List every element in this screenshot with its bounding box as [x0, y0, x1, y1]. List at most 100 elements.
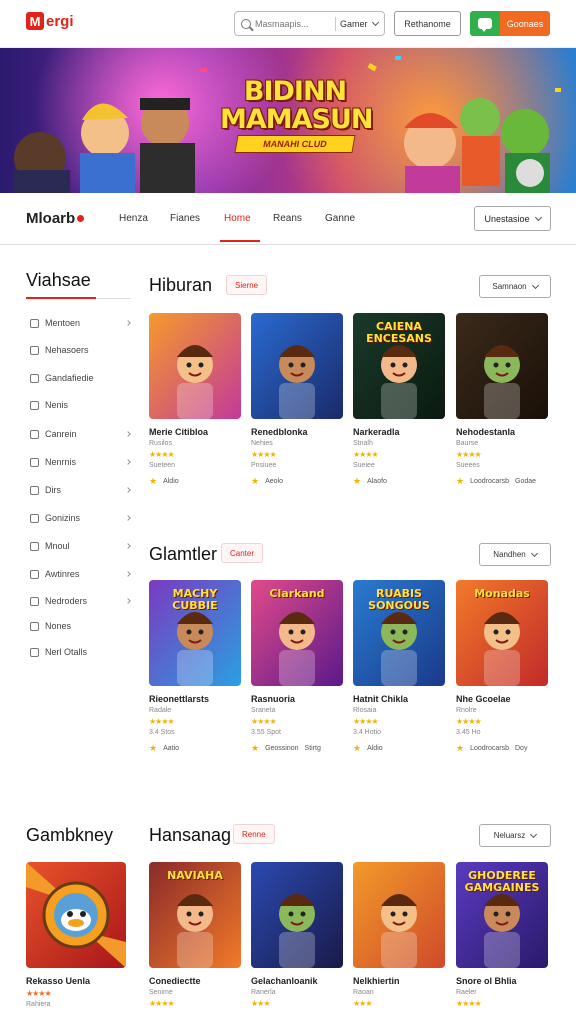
game-card-featured[interactable]: Rekasso Uenla ★★★★ Rahiera [26, 862, 126, 1008]
game-thumbnail: Clarkand [251, 580, 343, 686]
sidebar-item[interactable]: Mnoul [30, 539, 131, 553]
game-title: Gelachanloanik [251, 976, 318, 986]
secondary-brand-text: Mloarb [26, 210, 76, 227]
section-dropdown-1[interactable]: Samnaon [479, 275, 551, 298]
game-artwork [456, 313, 548, 419]
nav-link-home[interactable]: Home [224, 213, 251, 224]
game-footer-label: Geossinon [265, 745, 299, 752]
game-footer: ★ Aldio [353, 743, 448, 754]
chat-button[interactable] [470, 11, 500, 36]
game-title: Merie Citibloa [149, 427, 209, 437]
game-card[interactable]: MACHY CUBBIE Rieonettlarsts Radale ★★★★ 3.4 … [149, 580, 244, 754]
sidebar-item[interactable]: Nones [30, 619, 130, 633]
chevron-down-icon [530, 830, 538, 838]
secondary-brand[interactable]: Mloarb [26, 210, 85, 227]
game-card[interactable]: CAIENA ENCESANS Narkeradla Stnalh ★★★★ Sueie… [353, 313, 448, 487]
nav-link-1[interactable]: Henza [119, 213, 148, 224]
sidebar-item-label: Gonizins [45, 513, 81, 523]
chevron-right-icon [125, 515, 131, 521]
sidebar-item[interactable]: Gandafiedie [30, 371, 130, 385]
game-artwork [149, 313, 241, 419]
section-dropdown-label: Samnaon [492, 282, 527, 291]
game-title: Hatnit Chikla [353, 694, 409, 704]
banner-title-line2: MAMASUN [220, 104, 374, 135]
sidebar-item[interactable]: Nehasoers [30, 343, 130, 357]
game-footer-label: Aldio [367, 745, 383, 752]
sidebar-item[interactable]: Dirs [30, 483, 131, 497]
nav-dropdown-label: Unestasioe [484, 213, 530, 224]
star-rating: ★★★★ [456, 450, 482, 459]
game-thumbnail: MACHY CUBBIE [149, 580, 241, 686]
nav-dropdown[interactable]: Unestasioe [474, 206, 551, 231]
secondary-nav: Mloarb Henza Fianes Home Reans Ganne Une… [0, 193, 576, 245]
logo[interactable]: M ergi [26, 12, 74, 30]
search-category-label: Gamer [340, 18, 368, 29]
sidebar-item[interactable]: Nedroders [30, 594, 131, 608]
game-thumbnail-title: NAVIAHA [167, 869, 223, 882]
sidebar-item[interactable]: Nerl Otalls [30, 645, 130, 659]
sidebar-item-icon [30, 596, 39, 606]
brand-pin-icon [77, 215, 85, 222]
search-input[interactable] [255, 18, 331, 29]
chevron-right-icon [125, 543, 131, 549]
game-card[interactable]: Nehodestanla Baurse ★★★★ Sueees ★ Loodrocarsb… [456, 313, 551, 487]
nav-link-2[interactable]: Fianes [170, 213, 200, 224]
sidebar-item[interactable]: Awtinres [30, 567, 131, 581]
game-title: Snore ol Bhlia [456, 976, 517, 986]
sidebar-item-label: Gandafiedie [45, 373, 94, 383]
game-footer: ★ Geossinon Stirtg [251, 743, 346, 754]
game-card[interactable]: GHODEREE GAMGAINES Snore ol Bhlia Raeler ★★… [456, 862, 551, 1008]
section-badge-3[interactable]: Renne [233, 824, 275, 844]
chevron-down-icon [534, 213, 542, 221]
game-title: Renedblonka [251, 427, 308, 437]
sidebar-item[interactable]: Gonizins [30, 511, 131, 525]
game-stats: 3.55 Spot [251, 729, 281, 736]
game-card[interactable]: Renedblonka Nehies ★★★★ Pnsiuee ★ Aeolo [251, 313, 346, 487]
game-footer-label: Loodrocarsb [470, 478, 509, 485]
section-dropdown-2[interactable]: Nandhen [479, 543, 551, 566]
sidebar-item-icon [30, 513, 39, 523]
game-footer-label: Aeolo [265, 478, 283, 485]
game-footer-extra: Doy [515, 745, 528, 752]
sidebar-item[interactable]: Mentoen [30, 316, 131, 330]
primary-button[interactable]: Goonaes [500, 11, 550, 36]
section-badge-1[interactable]: Sierne [226, 275, 268, 295]
star-rating: ★★★★ [353, 450, 379, 459]
game-card[interactable]: NAVIAHA Conediectte Senime ★★★★ [149, 862, 244, 1008]
game-title: Nelkhiertin [353, 976, 400, 986]
star-icon: ★ [251, 476, 260, 486]
star-rating: ★★★★ [149, 999, 175, 1008]
active-tab-indicator [220, 240, 260, 242]
nav-link-5[interactable]: Ganne [325, 213, 355, 224]
secondary-button[interactable]: Rethanome [394, 11, 461, 36]
game-artwork [251, 313, 343, 419]
sidebar-item[interactable]: Canrein [30, 427, 131, 441]
section-badge-2[interactable]: Canter [221, 543, 264, 563]
chat-icon [478, 18, 492, 32]
game-card[interactable]: Merie Citibloa Rusilos ★★★★ Sueteen ★ Aldio [149, 313, 244, 487]
game-card[interactable]: Nelkhiertin Raoan ★★★ [353, 862, 448, 1008]
nav-link-4[interactable]: Reans [273, 213, 302, 224]
section-dropdown-label: Neluarsz [493, 831, 526, 840]
sidebar-item[interactable]: Nenis [30, 398, 130, 412]
star-icon: ★ [149, 743, 158, 753]
sidebar-item[interactable]: Nenrnis [30, 455, 131, 469]
game-card[interactable]: Monadas Nhe Gcoelae Rnolre ★★★★ 3.45 Ho ★ Lood… [456, 580, 551, 754]
search-box: Gamer [234, 11, 385, 36]
game-card[interactable]: RUABIS SONGOUS Hatnit Chikla Rlosaia ★★★★ 3.… [353, 580, 448, 754]
star-rating: ★★★★ [26, 989, 52, 998]
game-title: Conediectte [149, 976, 201, 986]
hero-banner[interactable]: BIDINN MAMASUN MANAHI CLUD [0, 48, 576, 193]
sidebar-item-label: Nedroders [45, 596, 88, 606]
game-title: Nehodestanla [456, 427, 516, 437]
sidebar-item-icon [30, 569, 39, 579]
sidebar-item-label: Mnoul [45, 541, 70, 551]
game-card[interactable]: Clarkand Rasnuoria Sraneta ★★★★ 3.55 Spot ★ Ge… [251, 580, 346, 754]
game-category: Senime [149, 989, 173, 996]
game-card[interactable]: Gelachanloanik Ranerla ★★★ [251, 862, 346, 1008]
chevron-right-icon [125, 431, 131, 437]
search-category-button[interactable]: Gamer [340, 18, 379, 29]
game-category: Stnalh [353, 440, 373, 447]
sidebar-item-icon [30, 485, 39, 495]
section-dropdown-3[interactable]: Neluarsz [479, 824, 551, 847]
